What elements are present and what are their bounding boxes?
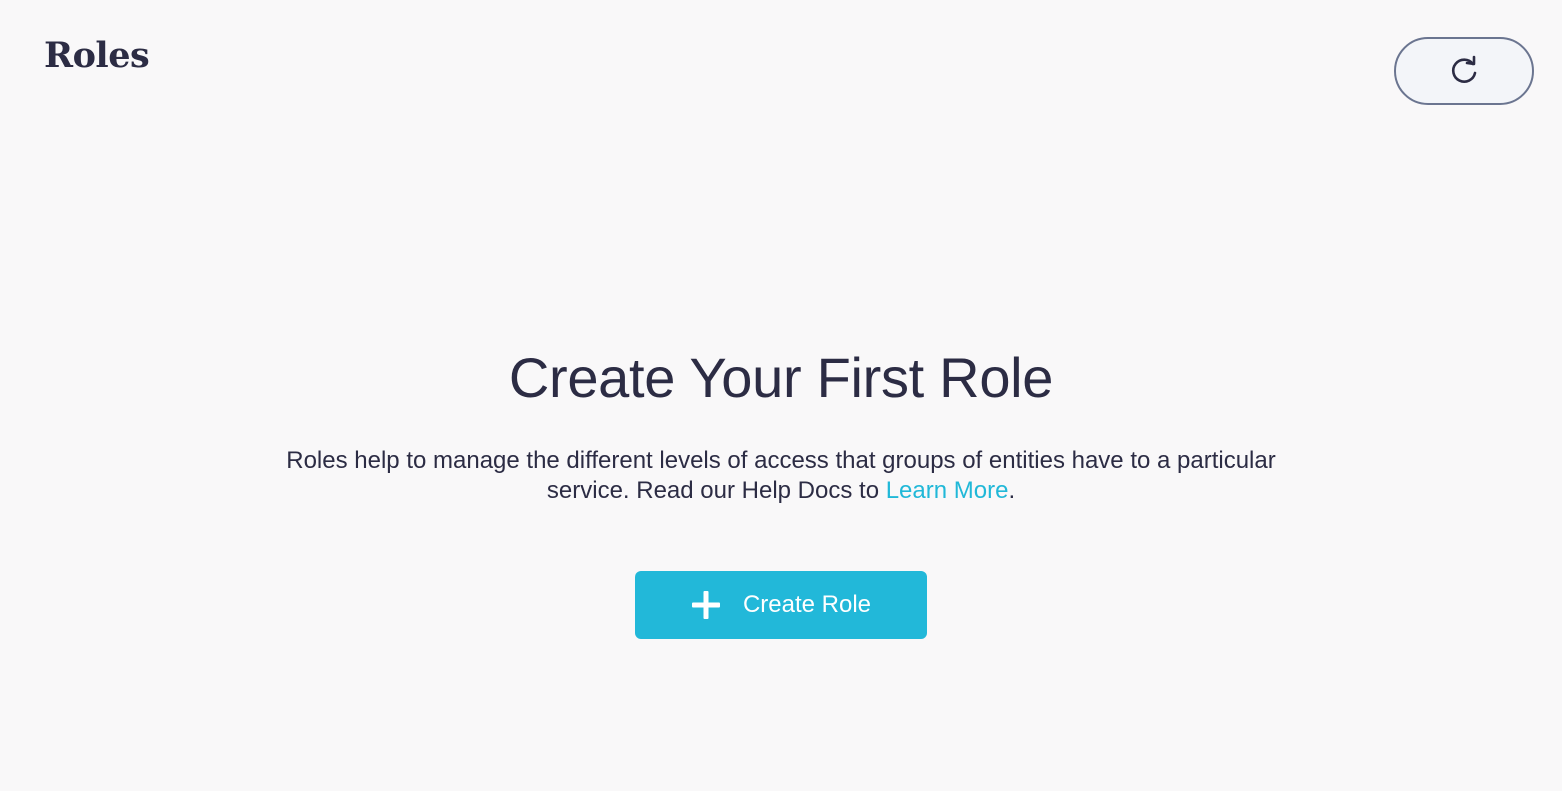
create-role-label: Create Role [742, 591, 872, 618]
create-role-button[interactable]: Create Role [635, 571, 927, 639]
learn-more-link[interactable]: Learn More [886, 477, 1009, 504]
page-title: Roles [44, 35, 150, 76]
description-text: Roles help to manage the different level… [286, 447, 1276, 504]
refresh-icon [1447, 54, 1481, 88]
empty-state-description: Roles help to manage the different level… [281, 446, 1281, 506]
empty-state-heading: Create Your First Role [508, 346, 1054, 409]
description-period: . [1008, 477, 1016, 504]
refresh-button[interactable] [1394, 37, 1534, 105]
plus-icon [691, 590, 721, 620]
empty-state: Create Your First Role Roles help to man… [0, 340, 1562, 639]
roles-page: Roles Create Your First Role Roles help … [0, 0, 1562, 791]
